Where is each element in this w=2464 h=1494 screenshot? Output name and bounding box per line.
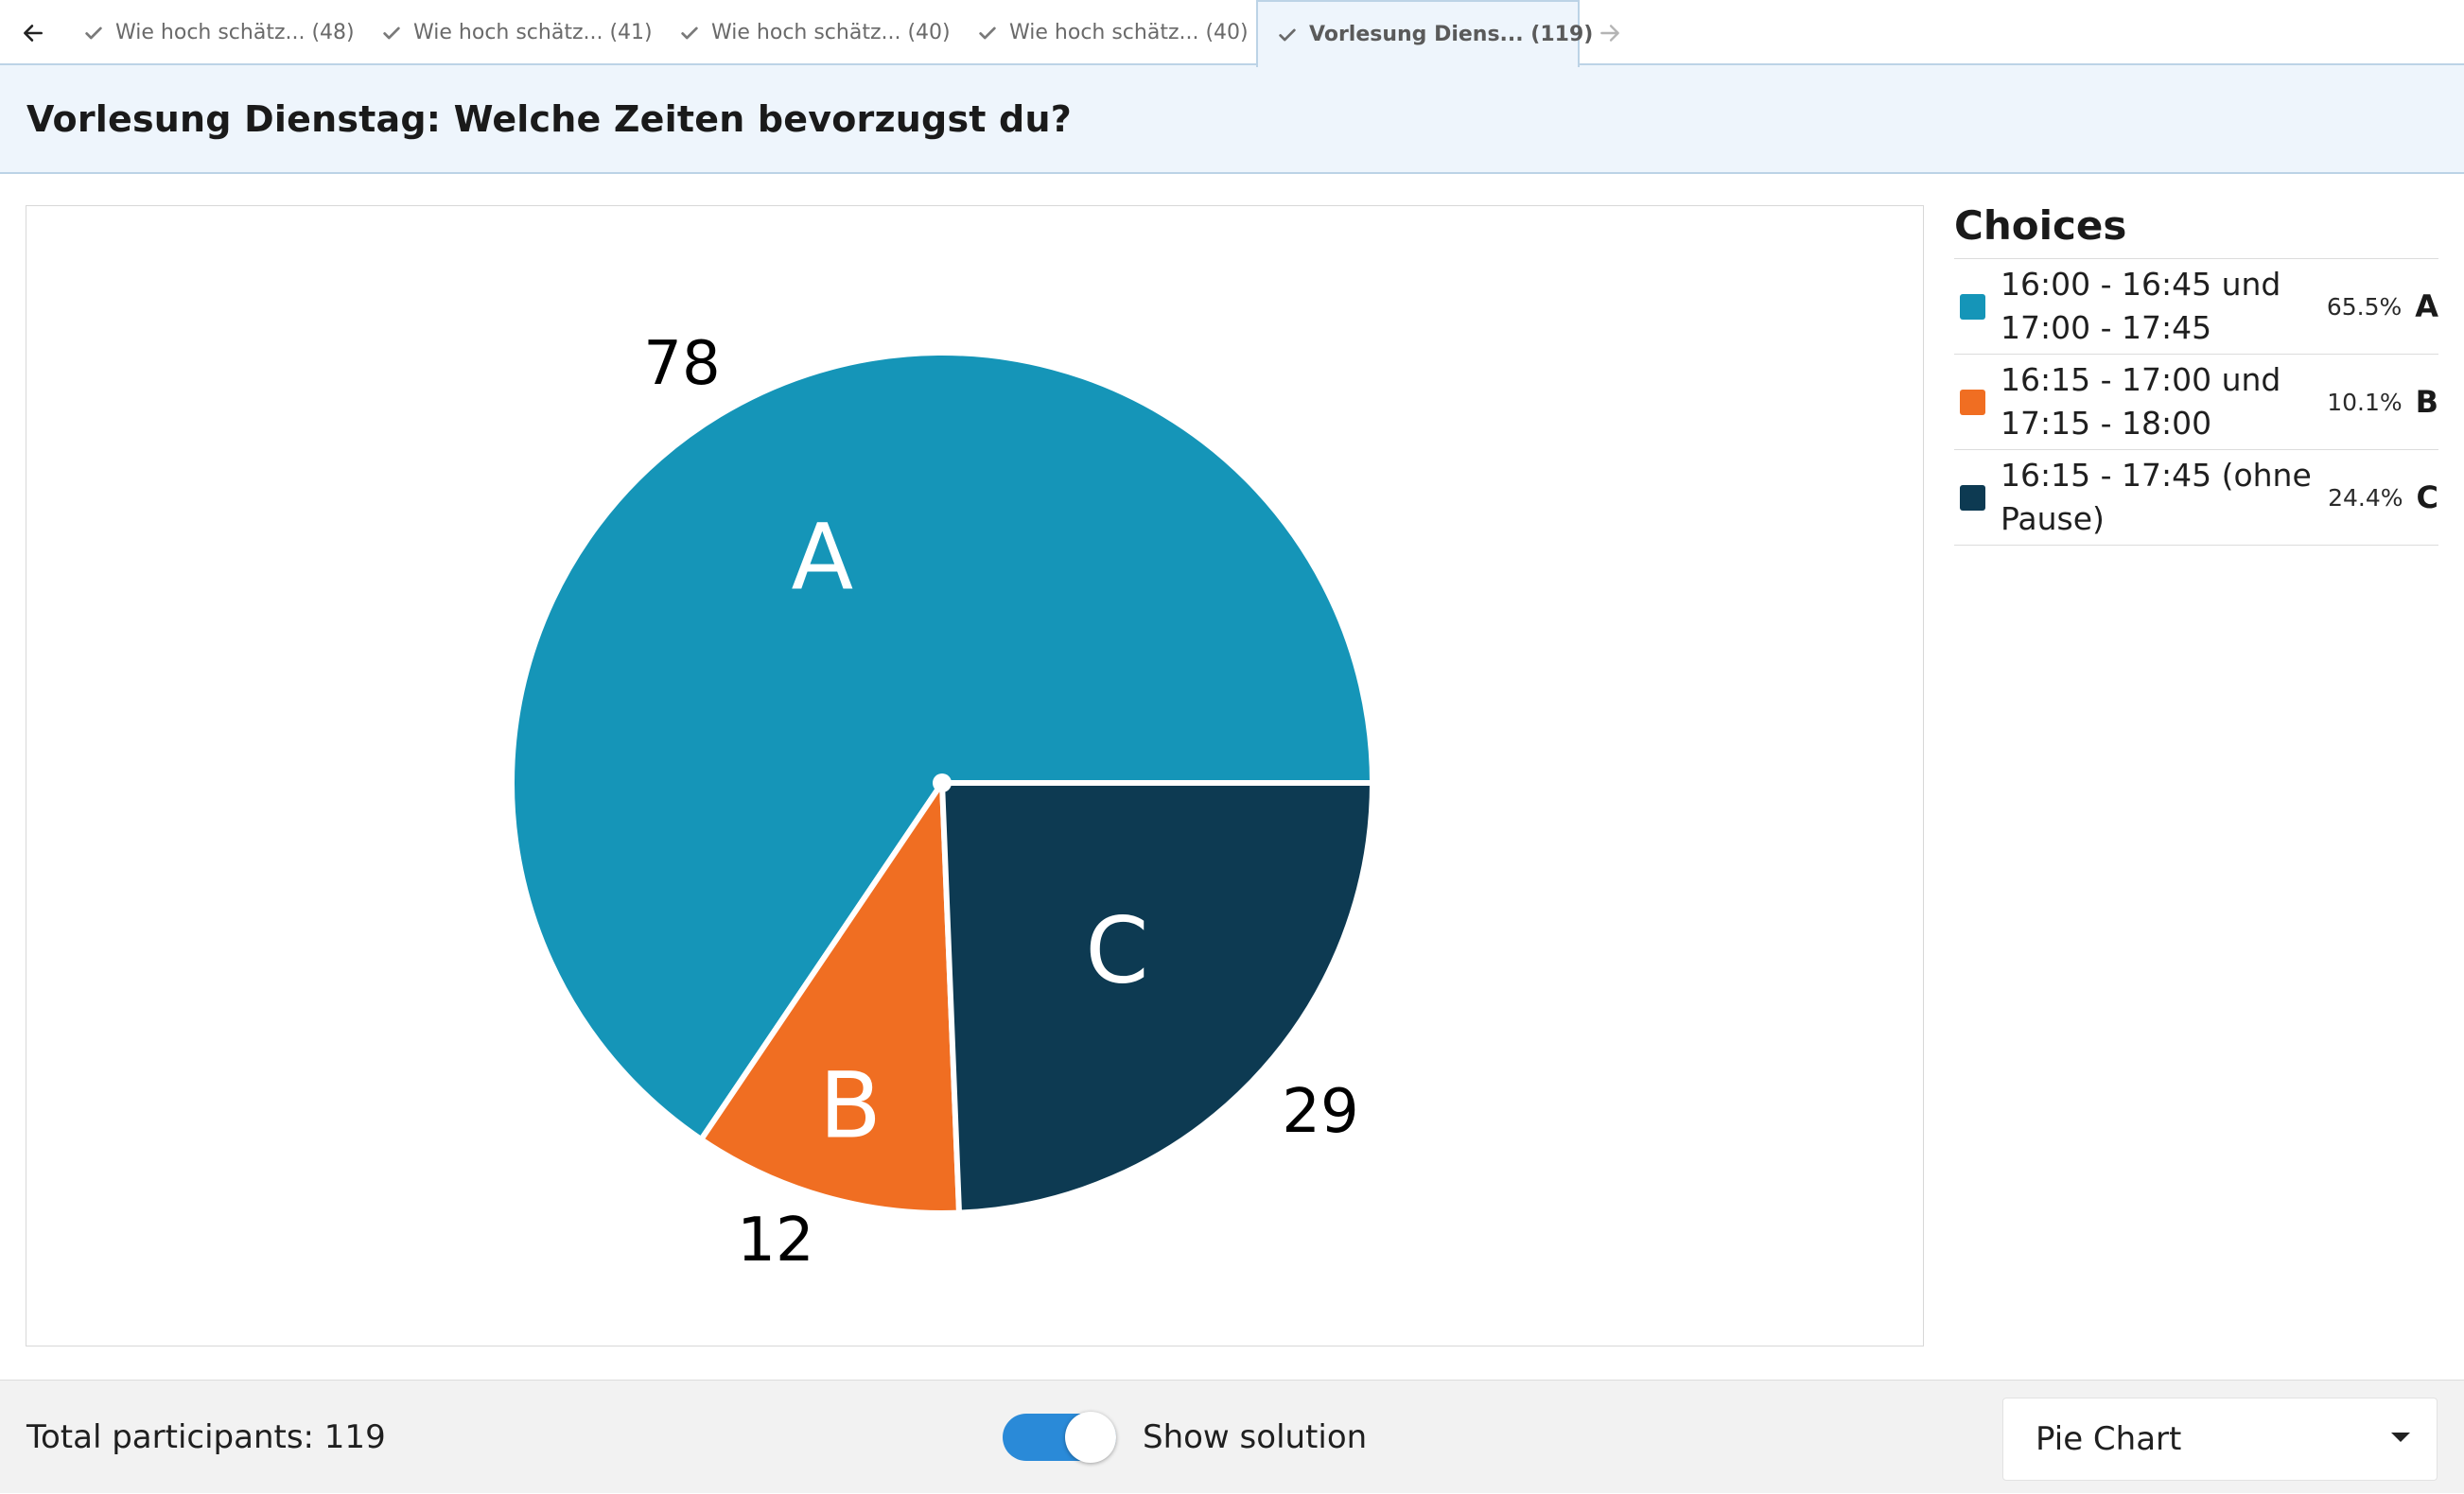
tab-label: Wie hoch schätz... (40) bbox=[1009, 21, 1249, 44]
total-participants: Total participants: 119 bbox=[26, 1418, 386, 1456]
show-solution-label: Show solution bbox=[1143, 1418, 1368, 1456]
tab-bar: Wie hoch schätz... (48) Wie hoch schätz.… bbox=[0, 0, 2464, 67]
choice-percent: 24.4% bbox=[2328, 483, 2403, 512]
tab-question-5-active[interactable]: Vorlesung Diens... (119) bbox=[1256, 0, 1593, 67]
color-swatch bbox=[1960, 484, 1985, 511]
choice-text: 16:00 - 16:45 und 17:00 - 17:45 bbox=[2001, 266, 2281, 346]
tab-question-4[interactable]: Wie hoch schätz... (40) bbox=[958, 0, 1267, 65]
question-header: Vorlesung Dienstag: Welche Zeiten bevorz… bbox=[0, 65, 2464, 174]
footer-bar: Total participants: 119 Show solution Pi… bbox=[0, 1380, 2464, 1493]
slice-label-c: C bbox=[1085, 898, 1148, 1004]
chart-type-select[interactable]: Pie Chart bbox=[2002, 1398, 2438, 1481]
tab-question-2[interactable]: Wie hoch schätz... (41) bbox=[362, 0, 672, 65]
slice-label-b: B bbox=[819, 1052, 882, 1158]
choice-letter: C bbox=[2416, 479, 2438, 515]
choice-percent: 65.5% bbox=[2326, 292, 2403, 321]
chart-panel: A B C 78 12 29 bbox=[26, 205, 1924, 1346]
pie-chart: A B C 78 12 29 bbox=[509, 329, 1375, 1276]
color-swatch bbox=[1960, 389, 1985, 415]
check-icon bbox=[679, 23, 700, 43]
choice-percent: 10.1% bbox=[2327, 388, 2403, 416]
color-swatch bbox=[1960, 293, 1985, 320]
tab-label: Wie hoch schätz... (48) bbox=[115, 21, 355, 44]
slice-value-a: 78 bbox=[643, 329, 720, 399]
choice-text: 16:15 - 17:00 und 17:15 - 18:00 bbox=[2001, 361, 2281, 442]
slice-label-a: A bbox=[791, 505, 853, 611]
question-title: Vorlesung Dienstag: Welche Zeiten bevorz… bbox=[26, 97, 1072, 140]
tab-label: Vorlesung Diens... (119) bbox=[1309, 23, 1594, 46]
check-icon bbox=[1277, 25, 1298, 45]
show-solution-control[interactable]: Show solution bbox=[1003, 1381, 1367, 1494]
tab-question-1[interactable]: Wie hoch schätz... (48) bbox=[64, 0, 374, 65]
choice-c[interactable]: 16:15 - 17:45 (ohne Pause) 24.4% C bbox=[1954, 450, 2438, 546]
choice-letter: A bbox=[2415, 288, 2438, 324]
show-solution-toggle[interactable] bbox=[1003, 1412, 1116, 1463]
tab-label: Wie hoch schätz... (40) bbox=[711, 21, 951, 44]
choice-text: 16:15 - 17:45 (ohne Pause) bbox=[2001, 457, 2312, 537]
tab-question-3[interactable]: Wie hoch schätz... (40) bbox=[660, 0, 970, 65]
toggle-knob bbox=[1065, 1412, 1116, 1463]
choice-letter: B bbox=[2415, 384, 2438, 420]
chart-type-value: Pie Chart bbox=[2036, 1420, 2182, 1458]
back-arrow-icon[interactable] bbox=[5, 0, 61, 65]
choices-legend: Choices 16:00 - 16:45 und 17:00 - 17:45 … bbox=[1954, 199, 2438, 546]
pie-slice-c[interactable] bbox=[939, 780, 1375, 1216]
caret-down-icon bbox=[2391, 1433, 2410, 1442]
choice-a[interactable]: 16:00 - 16:45 und 17:00 - 17:45 65.5% A bbox=[1954, 259, 2438, 355]
slice-value-c: 29 bbox=[1282, 1077, 1358, 1147]
check-icon bbox=[381, 23, 402, 43]
tab-label: Wie hoch schätz... (41) bbox=[413, 21, 653, 44]
check-icon bbox=[977, 23, 998, 43]
slice-value-b: 12 bbox=[737, 1206, 813, 1276]
pie-center-dot bbox=[933, 773, 952, 792]
check-icon bbox=[83, 23, 104, 43]
choice-b[interactable]: 16:15 - 17:00 und 17:15 - 18:00 10.1% B bbox=[1954, 355, 2438, 450]
legend-heading: Choices bbox=[1954, 199, 2438, 259]
